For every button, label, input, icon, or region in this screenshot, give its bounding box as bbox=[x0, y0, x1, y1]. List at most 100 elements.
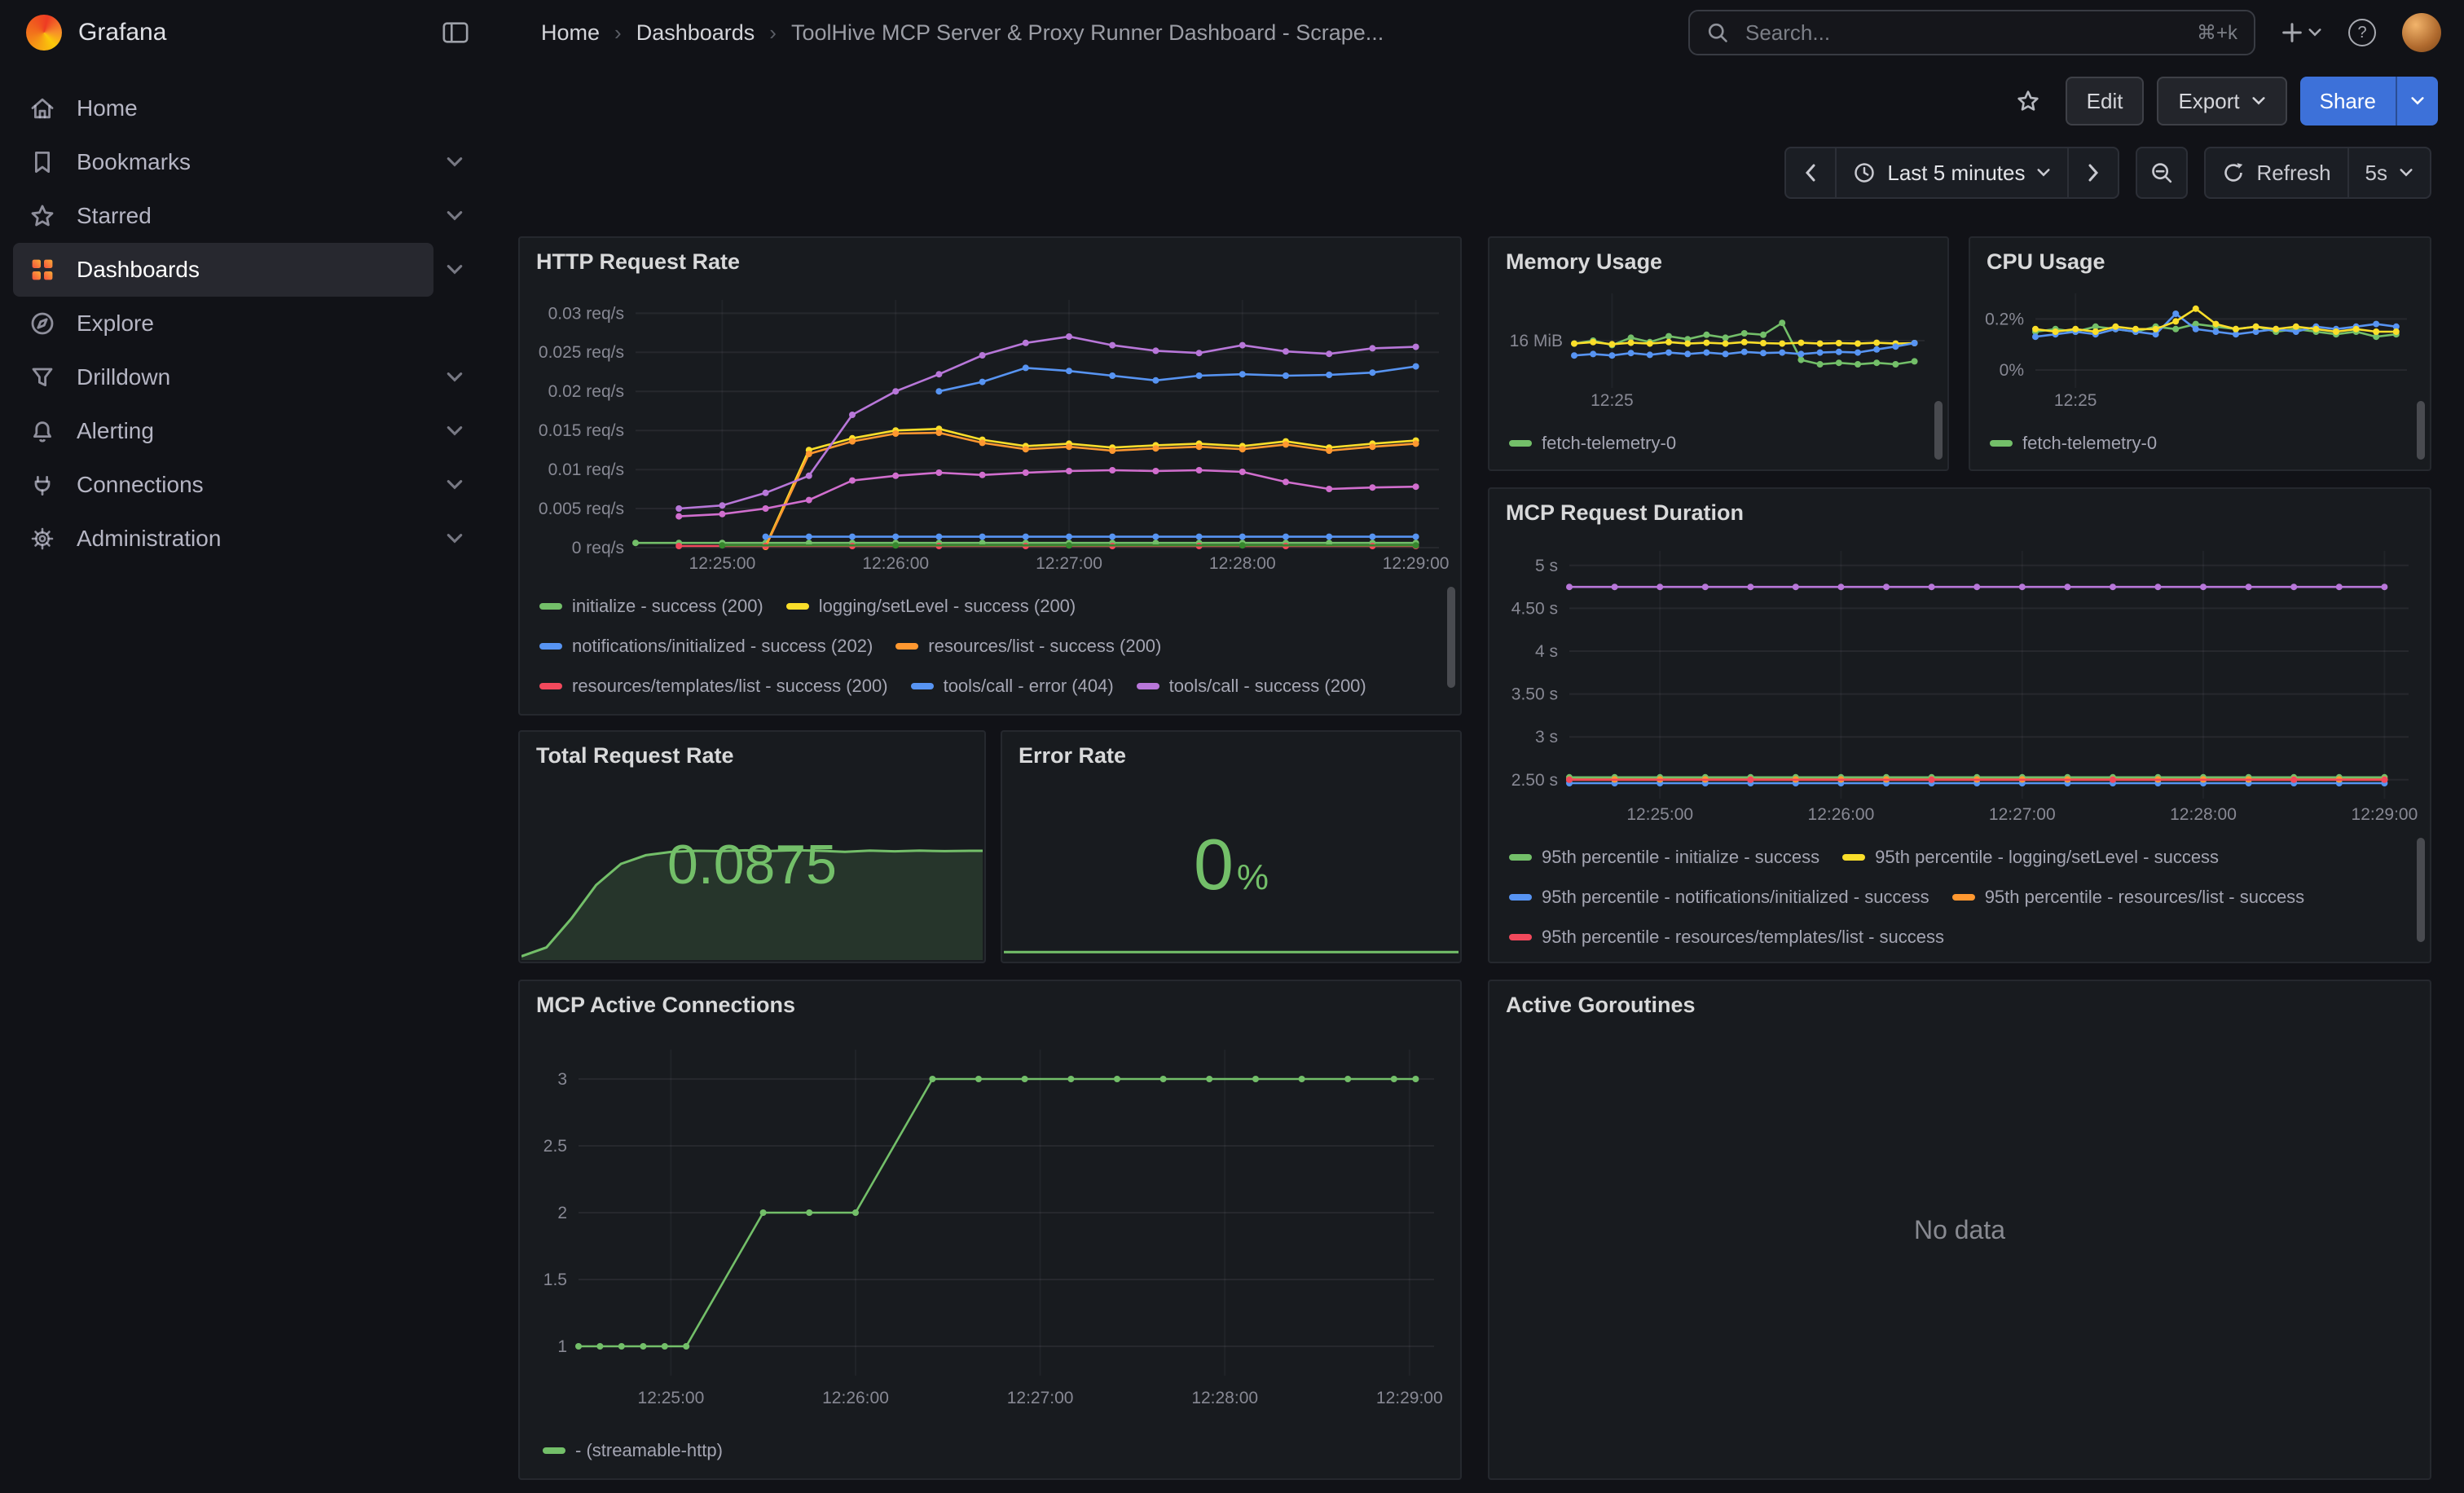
legend-swatch bbox=[911, 683, 934, 689]
export-button[interactable]: Export bbox=[2157, 77, 2286, 126]
time-shift-back-button[interactable] bbox=[1784, 147, 1837, 199]
chevron-down-icon bbox=[2251, 95, 2266, 107]
panel-title[interactable]: Error Rate bbox=[1002, 732, 1460, 769]
share-button[interactable]: Share bbox=[2300, 77, 2396, 126]
sidebar-item-bookmarks[interactable]: Bookmarks bbox=[0, 135, 489, 189]
panel-title[interactable]: MCP Request Duration bbox=[1489, 489, 2430, 526]
panel-title[interactable]: MCP Active Connections bbox=[520, 981, 1460, 1018]
chevron-down-icon[interactable] bbox=[433, 156, 476, 169]
chevron-down-icon[interactable] bbox=[433, 209, 476, 222]
svg-text:12:27:00: 12:27:00 bbox=[1007, 1389, 1074, 1407]
error-rate-sparkline[interactable] bbox=[1004, 924, 1459, 960]
share-menu-button[interactable] bbox=[2396, 77, 2438, 126]
legend-item[interactable]: 95th percentile - resources/templates/li… bbox=[1509, 920, 1944, 954]
chevron-down-icon[interactable] bbox=[433, 371, 476, 384]
search-box[interactable]: ⌘+k bbox=[1688, 10, 2255, 55]
legend-swatch bbox=[539, 683, 562, 689]
dock-sidebar-icon[interactable] bbox=[442, 19, 469, 46]
nav-left: Grafana bbox=[0, 15, 489, 51]
time-shift-forward-button[interactable] bbox=[2067, 147, 2119, 199]
stat-value: 0.0875 bbox=[520, 833, 984, 896]
grafana-logo-icon[interactable] bbox=[26, 15, 62, 51]
legend-scrollbar[interactable] bbox=[1447, 587, 1455, 688]
favorite-star-icon[interactable] bbox=[2004, 77, 2053, 126]
help-button[interactable]: ? bbox=[2348, 19, 2376, 46]
sidebar-item-home[interactable]: Home bbox=[0, 81, 489, 135]
legend-label: resources/list - success (200) bbox=[928, 629, 1161, 663]
mcp-active-connections-chart[interactable]: 11.522.5312:25:0012:26:0012:27:0012:28:0… bbox=[530, 1033, 1447, 1412]
svg-text:0.005 req/s: 0.005 req/s bbox=[539, 500, 624, 518]
legend-item[interactable]: resources/list - success (200) bbox=[895, 629, 1161, 663]
legend-item[interactable]: resources/templates/list - success (200) bbox=[539, 669, 888, 703]
edit-button[interactable]: Edit bbox=[2066, 77, 2145, 126]
legend-item[interactable]: 95th percentile - notifications/initiali… bbox=[1509, 880, 1929, 914]
time-range-group: Last 5 minutes bbox=[1784, 147, 2119, 199]
legend-item[interactable]: 95th percentile - initialize - success bbox=[1509, 840, 1819, 874]
legend-item[interactable]: notifications/initialized - success (202… bbox=[539, 629, 873, 663]
connections-legend: - (streamable-http) bbox=[543, 1428, 1434, 1467]
sidebar-item-starred[interactable]: Starred bbox=[0, 189, 489, 243]
chevron-down-icon[interactable] bbox=[433, 263, 476, 276]
breadcrumb-separator: › bbox=[614, 20, 622, 46]
time-range-picker[interactable]: Last 5 minutes bbox=[1835, 147, 2069, 199]
legend-scrollbar[interactable] bbox=[1934, 401, 1943, 460]
cpu-usage-chart[interactable]: 0.2%0%12:25 bbox=[1977, 284, 2417, 414]
search-input[interactable] bbox=[1742, 19, 2184, 47]
breadcrumb: Home › Dashboards › ToolHive MCP Server … bbox=[541, 20, 1384, 46]
mcp-request-duration-chart[interactable]: 2.50 s3 s3.50 s4 s4.50 s5 s12:25:0012:26… bbox=[1498, 538, 2418, 828]
svg-text:0.025 req/s: 0.025 req/s bbox=[539, 343, 624, 362]
legend-scrollbar[interactable] bbox=[2417, 401, 2425, 460]
dashboard-actions: Edit Export Share bbox=[489, 65, 2464, 137]
panel-title[interactable]: Memory Usage bbox=[1489, 238, 1947, 275]
sidebar-item-connections[interactable]: Connections bbox=[0, 458, 489, 512]
svg-text:0.01 req/s: 0.01 req/s bbox=[548, 460, 624, 479]
panel-cpu-usage: CPU Usage 0.2%0%12:25 fetch-telemetry-0 bbox=[1969, 236, 2431, 471]
panel-title[interactable]: HTTP Request Rate bbox=[520, 238, 1460, 275]
sidebar-item-administration[interactable]: Administration bbox=[0, 512, 489, 566]
compass-icon bbox=[28, 309, 57, 338]
user-avatar[interactable] bbox=[2402, 13, 2441, 52]
legend-item[interactable]: tools/call - error (404) bbox=[911, 669, 1114, 703]
legend-label: notifications/initialized - success (202… bbox=[572, 629, 873, 663]
legend-swatch bbox=[895, 643, 918, 650]
legend-swatch bbox=[539, 603, 562, 610]
legend-label: 95th percentile - logging/setLevel - suc… bbox=[1875, 840, 2219, 874]
legend-label: logging/setLevel - success (200) bbox=[819, 589, 1076, 623]
chevron-down-icon[interactable] bbox=[433, 532, 476, 545]
sidebar-item-dashboards[interactable]: Dashboards bbox=[0, 243, 489, 297]
http-request-rate-chart[interactable]: 0 req/s0.005 req/s0.01 req/s0.015 req/s0… bbox=[528, 287, 1449, 577]
sidebar-item-explore[interactable]: Explore bbox=[0, 297, 489, 350]
chart-svg: 0.2%0%12:25 bbox=[1977, 284, 2417, 414]
legend-item[interactable]: 95th percentile - resources/list - succe… bbox=[1952, 880, 2305, 914]
chevron-down-icon[interactable] bbox=[433, 425, 476, 438]
legend-scrollbar[interactable] bbox=[2417, 838, 2425, 942]
breadcrumb-home[interactable]: Home bbox=[541, 20, 600, 46]
legend-item[interactable]: - (streamable-http) bbox=[543, 1434, 723, 1467]
new-menu-button[interactable] bbox=[2280, 20, 2322, 45]
dashboard-canvas: HTTP Request Rate 0 req/s 0.005 req/s 0.01… bbox=[489, 209, 2464, 1493]
search-icon bbox=[1706, 21, 1729, 44]
chart-svg: 2.50 s3 s3.50 s4 s4.50 s5 s12:25:0012:26… bbox=[1498, 538, 2418, 828]
sidebar-item-drilldown[interactable]: Drilldown bbox=[0, 350, 489, 404]
refresh-interval-picker[interactable]: 5s bbox=[2347, 147, 2431, 199]
legend-item[interactable]: fetch-telemetry-0 bbox=[1509, 426, 1676, 460]
legend-item[interactable]: fetch-telemetry-0 bbox=[1990, 426, 2157, 460]
legend-item[interactable]: initialize - success (200) bbox=[539, 589, 763, 623]
panel-title[interactable]: Total Request Rate bbox=[520, 732, 984, 769]
svg-text:0 req/s: 0 req/s bbox=[572, 539, 624, 557]
legend-item[interactable]: logging/setLevel - success (200) bbox=[786, 589, 1076, 623]
legend-item[interactable]: tools/call - success (200) bbox=[1137, 669, 1366, 703]
panel-title[interactable]: CPU Usage bbox=[1970, 238, 2430, 275]
breadcrumb-dashboards[interactable]: Dashboards bbox=[636, 20, 755, 46]
refresh-button[interactable]: Refresh bbox=[2204, 147, 2348, 199]
memory-usage-chart[interactable]: 16 MiB12:25 bbox=[1496, 284, 1934, 414]
legend-item[interactable]: 95th percentile - logging/setLevel - suc… bbox=[1842, 840, 2219, 874]
svg-text:3.50 s: 3.50 s bbox=[1511, 685, 1558, 704]
sidebar-item-alerting[interactable]: Alerting bbox=[0, 404, 489, 458]
svg-text:1.5: 1.5 bbox=[543, 1271, 567, 1289]
refresh-group: Refresh 5s bbox=[2204, 147, 2431, 199]
chevron-down-icon[interactable] bbox=[433, 478, 476, 491]
legend-label: tools/call - success (200) bbox=[1169, 669, 1366, 703]
legend-label: fetch-telemetry-0 bbox=[2022, 426, 2157, 460]
zoom-out-button[interactable] bbox=[2136, 147, 2188, 199]
